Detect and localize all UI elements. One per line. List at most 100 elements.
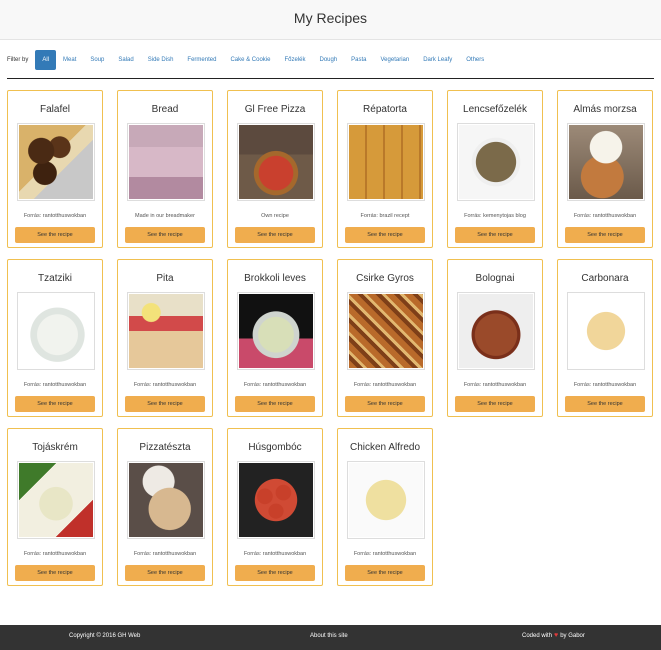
see-recipe-button[interactable]: See the recipe	[125, 565, 205, 581]
recipe-image[interactable]	[127, 123, 205, 201]
recipe-card-carbonara: Carbonara Forrás: rantotthuswokban See t…	[557, 259, 653, 417]
see-recipe-button[interactable]: See the recipe	[345, 227, 425, 243]
recipe-image[interactable]	[17, 123, 95, 201]
recipe-title: Chicken Alfredo	[349, 442, 421, 453]
recipe-photo	[19, 125, 93, 199]
recipe-card-tzatziki: Tzatziki Forrás: rantotthuswokban See th…	[7, 259, 103, 417]
recipe-title: Carbonara	[581, 273, 629, 284]
see-recipe-button[interactable]: See the recipe	[125, 396, 205, 412]
recipe-title: Tzatziki	[38, 273, 72, 284]
recipe-title: Tojáskrém	[32, 442, 78, 453]
recipe-image[interactable]	[17, 292, 95, 370]
recipe-title: Bolognai	[475, 273, 515, 284]
recipe-image[interactable]	[457, 123, 535, 201]
see-recipe-button[interactable]: See the recipe	[235, 565, 315, 581]
recipe-source: Forrás: rantotthuswokban	[23, 213, 87, 219]
recipe-image[interactable]	[347, 461, 425, 539]
see-recipe-button[interactable]: See the recipe	[235, 396, 315, 412]
recipe-image[interactable]	[237, 123, 315, 201]
copyright-text: Copyright © 2016 GH Web	[69, 633, 141, 639]
recipe-title: Lencsefőzelék	[463, 104, 527, 115]
coded-with-credit: Coded with ♥ by Gabor	[522, 632, 585, 639]
filter-all[interactable]: All	[35, 50, 57, 70]
recipe-photo	[239, 463, 313, 537]
recipe-photo	[349, 463, 423, 537]
recipe-title: Pita	[156, 273, 174, 284]
recipe-source: Forrás: rantotthuswokban	[243, 551, 307, 557]
recipe-card-chicken-alfredo: Chicken Alfredo Forrás: rantotthuswokban…	[337, 428, 433, 586]
recipe-image[interactable]	[237, 461, 315, 539]
see-recipe-button[interactable]: See the recipe	[345, 396, 425, 412]
filter-fozelek[interactable]: Főzelék	[277, 50, 312, 70]
see-recipe-button[interactable]: See the recipe	[15, 396, 95, 412]
filter-side-dish[interactable]: Side Dish	[141, 50, 181, 70]
divider	[7, 78, 654, 79]
see-recipe-button[interactable]: See the recipe	[345, 565, 425, 581]
header: My Recipes	[0, 0, 661, 40]
see-recipe-button[interactable]: See the recipe	[455, 227, 535, 243]
heart-icon: ♥	[554, 632, 559, 639]
recipe-photo	[459, 294, 533, 368]
recipe-title: Almás morzsa	[573, 104, 637, 115]
recipe-photo	[349, 294, 423, 368]
recipe-card-pizzateszta: Pizzatészta Forrás: rantotthuswokban See…	[117, 428, 213, 586]
about-link[interactable]: About this site	[310, 633, 348, 639]
filter-others[interactable]: Others	[459, 50, 491, 70]
filter-vegetarian[interactable]: Vegetarian	[374, 50, 417, 70]
filter-meat[interactable]: Meat	[56, 50, 83, 70]
filter-soup[interactable]: Soup	[83, 50, 111, 70]
page-title: My Recipes	[293, 10, 368, 26]
filter-label: Filter by	[7, 57, 29, 63]
recipe-source: Forrás: kemenytojas blog	[464, 213, 526, 219]
recipe-card-pita: Pita Forrás: rantotthuswokban See the re…	[117, 259, 213, 417]
recipe-image[interactable]	[567, 292, 645, 370]
filter-pasta[interactable]: Pasta	[344, 50, 373, 70]
recipe-card-bolognai: Bolognai Forrás: rantotthuswokban See th…	[447, 259, 543, 417]
recipe-card-husgomboc: Húsgombóc Forrás: rantotthuswokban See t…	[227, 428, 323, 586]
recipe-source: Forrás: rantotthuswokban	[133, 382, 197, 388]
recipe-title: Gl Free Pizza	[244, 104, 306, 115]
see-recipe-button[interactable]: See the recipe	[15, 227, 95, 243]
recipe-photo	[129, 294, 203, 368]
filter-fermented[interactable]: Fermented	[180, 50, 223, 70]
see-recipe-button[interactable]: See the recipe	[565, 227, 645, 243]
recipe-image[interactable]	[347, 123, 425, 201]
recipe-title: Répatorta	[363, 104, 407, 115]
recipe-source: Forrás: rantotthuswokban	[133, 551, 197, 557]
recipe-image[interactable]	[237, 292, 315, 370]
filter-salad[interactable]: Salad	[111, 50, 140, 70]
recipe-card-csirke-gyros: Csirke Gyros Forrás: rantotthuswokban Se…	[337, 259, 433, 417]
recipe-image[interactable]	[127, 292, 205, 370]
recipe-photo	[239, 125, 313, 199]
recipe-photo	[459, 125, 533, 199]
see-recipe-button[interactable]: See the recipe	[15, 565, 95, 581]
recipe-source: Forrás: brazil recept	[360, 213, 410, 219]
recipe-card-tojaskrem: Tojáskrém Forrás: rantotthuswokban See t…	[7, 428, 103, 586]
recipe-source: Forrás: rantotthuswokban	[463, 382, 527, 388]
recipe-card-bread: Bread Made in our breadmaker See the rec…	[117, 90, 213, 248]
recipe-image[interactable]	[127, 461, 205, 539]
filter-dark-leafy[interactable]: Dark Leafy	[416, 50, 459, 70]
see-recipe-button[interactable]: See the recipe	[235, 227, 315, 243]
filter-dough[interactable]: Dough	[312, 50, 344, 70]
recipe-image[interactable]	[567, 123, 645, 201]
see-recipe-button[interactable]: See the recipe	[455, 396, 535, 412]
recipe-source: Forrás: rantotthuswokban	[23, 551, 87, 557]
recipe-source: Own recipe	[261, 213, 289, 219]
see-recipe-button[interactable]: See the recipe	[565, 396, 645, 412]
recipe-card-brokkoli-leves: Brokkoli leves Forrás: rantotthuswokban …	[227, 259, 323, 417]
recipe-source: Made in our breadmaker	[135, 213, 195, 219]
recipe-photo	[129, 463, 203, 537]
footer: Copyright © 2016 GH Web About this site …	[0, 625, 661, 650]
recipe-image[interactable]	[17, 461, 95, 539]
filter-cake-cookie[interactable]: Cake & Cookie	[223, 50, 277, 70]
recipe-title: Húsgombóc	[248, 442, 302, 453]
recipe-photo	[569, 125, 643, 199]
recipe-image[interactable]	[457, 292, 535, 370]
recipe-card-almas-morzsa: Almás morzsa Forrás: rantotthuswokban Se…	[557, 90, 653, 248]
see-recipe-button[interactable]: See the recipe	[125, 227, 205, 243]
recipe-photo	[19, 463, 93, 537]
recipe-photo	[349, 125, 423, 199]
recipe-card-gl-free-pizza: Gl Free Pizza Own recipe See the recipe	[227, 90, 323, 248]
recipe-image[interactable]	[347, 292, 425, 370]
